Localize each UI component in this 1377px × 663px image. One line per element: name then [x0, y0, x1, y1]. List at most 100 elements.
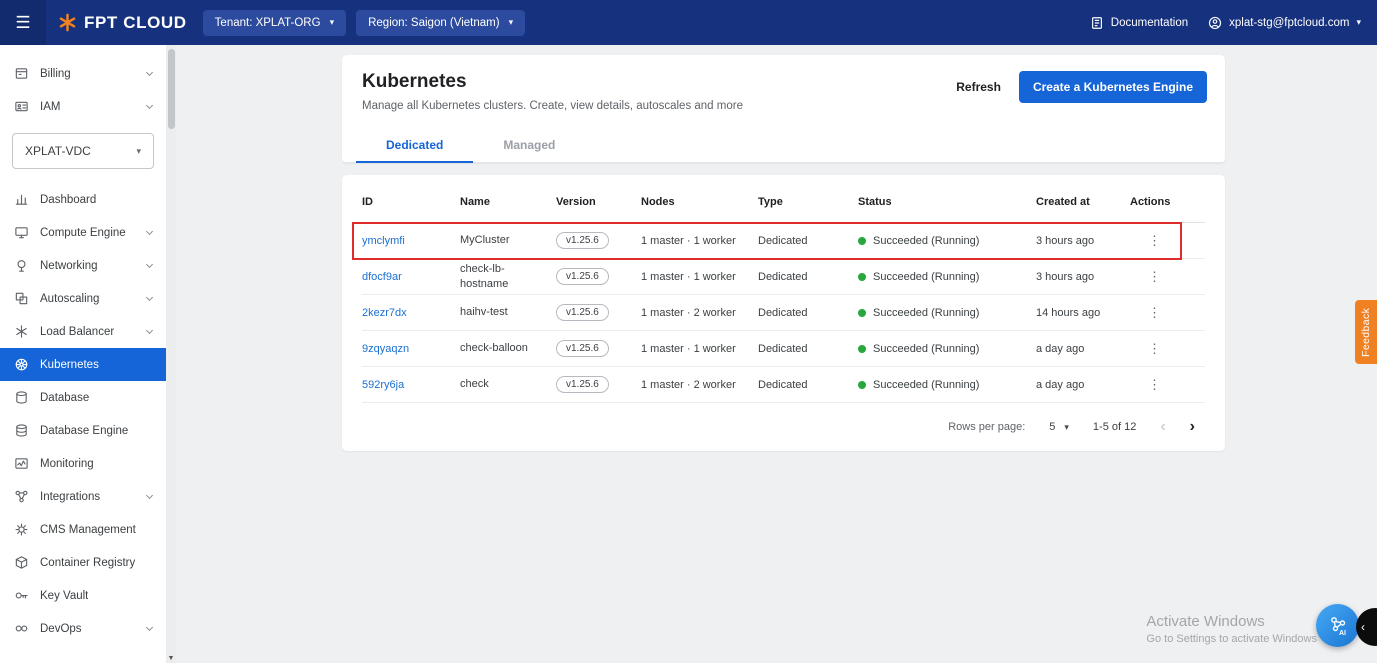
account-email: xplat-stg@fptcloud.com: [1229, 16, 1350, 29]
row-actions-button[interactable]: ⋮: [1130, 377, 1161, 392]
sidebar-item-database[interactable]: Database: [0, 381, 166, 414]
tab-dedicated[interactable]: Dedicated: [356, 128, 474, 163]
sidebar-item-billing[interactable]: Billing: [0, 57, 166, 90]
cluster-id-link[interactable]: dfocf9ar: [362, 271, 402, 283]
row-actions-button[interactable]: ⋮: [1130, 341, 1161, 356]
vdc-selected-value: XPLAT-VDC: [25, 144, 91, 158]
status-dot-icon: [858, 308, 866, 317]
previous-page-button[interactable]: ‹: [1160, 419, 1165, 435]
cluster-type: Dedicated: [758, 342, 808, 355]
cluster-nodes: 1 master · 1 worker: [641, 234, 736, 247]
topbar-right: Documentation xplat-stg@fptcloud.com ▾: [1090, 16, 1377, 30]
pagination: Rows per page: 5 ▾ 1-5 of 12 ‹ ›: [362, 403, 1205, 451]
cluster-type: Dedicated: [758, 378, 808, 391]
cluster-nodes: 1 master · 2 worker: [641, 306, 736, 319]
chevron-down-icon: [145, 68, 154, 76]
sidebar-item-label: Database Engine: [40, 424, 129, 437]
row-actions-button[interactable]: ⋮: [1130, 269, 1161, 284]
status-text: Succeeded (Running): [873, 378, 980, 391]
create-kubernetes-engine-button[interactable]: Create a Kubernetes Engine: [1018, 71, 1207, 103]
status-dot-icon: [858, 272, 866, 281]
cluster-type: Dedicated: [758, 306, 808, 319]
sidebar-item-iam[interactable]: IAM: [0, 90, 166, 123]
refresh-button[interactable]: Refresh: [956, 80, 1001, 94]
cluster-id-link[interactable]: 592ry6ja: [362, 379, 404, 391]
documentation-icon: [1091, 16, 1102, 29]
sidebar-scrollbar[interactable]: ▼: [166, 45, 176, 663]
cluster-id-link[interactable]: 2kezr7dx: [362, 307, 407, 319]
version-badge: v1.25.6: [556, 268, 609, 285]
windows-activation-watermark: Activate Windows Go to Settings to activ…: [1146, 613, 1317, 645]
sidebar-item-autoscaling[interactable]: Autoscaling: [0, 282, 166, 315]
cluster-name: check: [460, 378, 489, 391]
column-header-nodes: Nodes: [641, 195, 675, 208]
cluster-created-at: 3 hours ago: [1036, 270, 1095, 283]
cluster-id-link[interactable]: 9zqyaqzn: [362, 343, 409, 355]
cms-management-icon: [15, 523, 28, 536]
sidebar-item-dashboard[interactable]: Dashboard: [0, 183, 166, 216]
chevron-down-icon: ▾: [329, 17, 335, 27]
sidebar-item-database-engine[interactable]: Database Engine: [0, 414, 166, 447]
sidebar-item-key-vault[interactable]: Key Vault: [0, 579, 166, 612]
sidebar-item-monitoring[interactable]: Monitoring: [0, 447, 166, 480]
row-actions-button[interactable]: ⋮: [1130, 233, 1161, 248]
sidebar-item-label: Integrations: [40, 490, 101, 503]
cluster-created-at: a day ago: [1036, 378, 1085, 391]
cluster-status: Succeeded (Running): [858, 235, 1036, 247]
sidebar-item-cms-management[interactable]: CMS Management: [0, 513, 166, 546]
menu-button[interactable]: ☰: [0, 0, 46, 45]
ai-assistant-button[interactable]: AI: [1316, 604, 1359, 647]
table-row: 2kezr7dx haihv-test v1.25.6 1 master · 2…: [362, 295, 1205, 331]
cluster-id-link[interactable]: ymclymfi: [362, 235, 405, 247]
sidebar-item-load-balancer[interactable]: Load Balancer: [0, 315, 166, 348]
user-icon: [1209, 16, 1222, 29]
sidebar-item-networking[interactable]: Networking: [0, 249, 166, 282]
tenant-selector[interactable]: Tenant: XPLAT-ORG ▾: [202, 9, 347, 36]
column-header-id: ID: [362, 195, 373, 208]
sidebar-item-label: Container Registry: [40, 556, 136, 569]
account-menu[interactable]: xplat-stg@fptcloud.com ▾: [1208, 16, 1361, 30]
rows-per-page-select[interactable]: 5 ▾: [1049, 421, 1069, 433]
rows-per-page-label: Rows per page:: [948, 421, 1026, 433]
sidebar-item-integrations[interactable]: Integrations: [0, 480, 166, 513]
sidebar-item-compute-engine[interactable]: Compute Engine: [0, 216, 166, 249]
documentation-link[interactable]: Documentation: [1090, 16, 1188, 30]
vdc-selector[interactable]: XPLAT-VDC ▾: [12, 133, 154, 169]
version-badge: v1.25.6: [556, 232, 609, 249]
database-icon: [16, 391, 27, 404]
scrollbar-thumb[interactable]: [167, 49, 175, 129]
topbar: ☰ FPT CLOUD Tenant: XPLAT-ORG ▾ Region: …: [0, 0, 1377, 45]
dashboard-icon: [15, 194, 28, 205]
sidebar-item-kubernetes[interactable]: Kubernetes: [0, 348, 166, 381]
integrations-icon: [15, 490, 28, 503]
sidebar-item-devops[interactable]: DevOps: [0, 612, 166, 645]
region-selector[interactable]: Region: Saigon (Vietnam) ▾: [356, 9, 526, 36]
status-dot-icon: [858, 344, 866, 353]
page-subtitle: Manage all Kubernetes clusters. Create, …: [362, 100, 743, 112]
status-text: Succeeded (Running): [873, 270, 980, 283]
sidebar-item-label: CMS Management: [40, 523, 136, 536]
tab-managed[interactable]: Managed: [473, 128, 585, 162]
sidebar-item-label: Database: [40, 391, 90, 404]
pagination-range: 1-5 of 12: [1092, 421, 1137, 433]
feedback-tab[interactable]: Feedback: [1355, 300, 1377, 364]
next-page-button[interactable]: ›: [1190, 419, 1195, 435]
version-badge: v1.25.6: [556, 340, 609, 357]
main-content: Kubernetes Manage all Kubernetes cluster…: [176, 45, 1377, 663]
page-title: Kubernetes: [362, 71, 467, 92]
devops-icon: [15, 625, 28, 632]
cluster-status: Succeeded (Running): [858, 343, 1036, 355]
autoscaling-icon: [15, 292, 28, 305]
menu-icon: ☰: [15, 12, 31, 32]
sidebar-item-label: Autoscaling: [40, 292, 100, 305]
scroll-down-arrow-icon[interactable]: ▼: [166, 655, 176, 662]
row-actions-button[interactable]: ⋮: [1130, 305, 1161, 320]
sidebar-item-label: IAM: [40, 100, 61, 113]
status-dot-icon: [858, 380, 866, 389]
cluster-name: check-lb-hostname: [460, 263, 509, 290]
clusters-table-card: ID Name Version Nodes Type Status Create…: [342, 175, 1225, 451]
load-balancer-icon: [16, 325, 27, 338]
billing-icon: [15, 68, 28, 79]
sidebar-item-container-registry[interactable]: Container Registry: [0, 546, 166, 579]
cluster-nodes: 1 master · 2 worker: [641, 378, 736, 391]
